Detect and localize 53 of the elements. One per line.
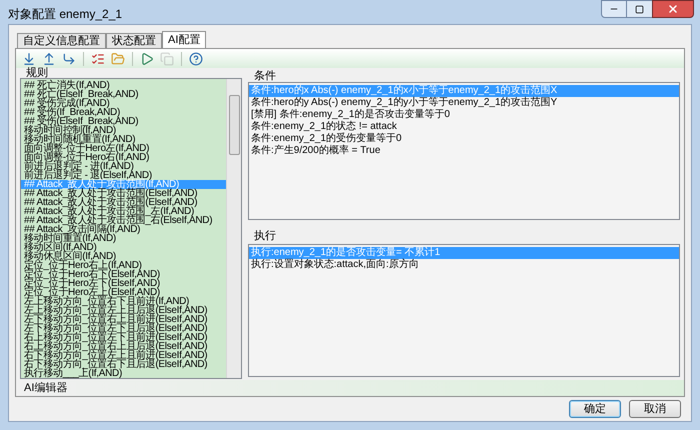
- maximize-button[interactable]: [627, 0, 652, 18]
- list-item[interactable]: 条件:enemy_2_1的受伤变量等于0: [249, 133, 679, 145]
- list-item[interactable]: 面向调整-位于Hero左(If,AND): [21, 144, 226, 153]
- list-item[interactable]: 移动区间(If,AND): [21, 243, 226, 252]
- list-item[interactable]: 移动时间重置(If,AND): [21, 234, 226, 243]
- maximize-icon: [635, 4, 644, 14]
- list-item[interactable]: 面向调整-位于Hero右(If,AND): [21, 153, 226, 162]
- list-item[interactable]: 条件:产生9/200的概率 = True: [249, 145, 679, 157]
- list-item[interactable]: [禁用] 条件:enemy_2_1的是否攻击变量等于0: [249, 109, 679, 121]
- tab[interactable]: 自定义信息配置: [17, 33, 106, 48]
- list-item[interactable]: 执行:设置对象状态:attack,面向:原方向: [249, 259, 679, 271]
- list-item[interactable]: 移动时间控制(If,AND): [21, 126, 226, 135]
- list-item[interactable]: ## 死亡(ElseIf_Break,AND): [21, 90, 226, 99]
- close-button[interactable]: [652, 0, 694, 18]
- group-label: 执行: [253, 230, 277, 244]
- list-item[interactable]: 右上移动方向_位置右上且后退(ElseIf,AND): [21, 342, 226, 351]
- list-item[interactable]: 左上移动方向_位置右下且前进(If,AND): [21, 297, 226, 306]
- group-label: 条件: [253, 69, 277, 82]
- dialog-button[interactable]: 取消: [629, 400, 681, 418]
- list-item[interactable]: 左下移动方向_位置右上且前进(ElseIf,AND): [21, 315, 226, 324]
- list-item[interactable]: 执行移动___上(If,AND): [21, 369, 226, 378]
- list-item[interactable]: 前进后退判定 - 退(ElseIf,AND): [21, 171, 226, 180]
- list-item[interactable]: 移动时间随机重置(If,AND): [21, 135, 226, 144]
- tab[interactable]: AI配置: [162, 31, 206, 48]
- tab[interactable]: 状态配置: [106, 33, 162, 48]
- help-button[interactable]: [187, 50, 205, 67]
- list-item[interactable]: ## 受伤(If_Break,AND): [21, 108, 226, 117]
- list-item[interactable]: 条件:hero的y Abs(-) enemy_2_1的y小于等于enemy_2_1的攻击范围Y: [249, 97, 679, 109]
- list-item[interactable]: ## 死亡消失(If,AND): [21, 81, 226, 90]
- list-item[interactable]: ## 受伤(ElseIf_Break,AND): [21, 117, 226, 126]
- scrollbar[interactable]: [226, 79, 241, 378]
- list-item[interactable]: ## Attack_敌人处于攻击范围(ElseIf,AND): [21, 198, 226, 207]
- list-item[interactable]: ## Attack_攻击间隔(If,AND): [21, 225, 226, 234]
- dialog-button[interactable]: 确定: [569, 400, 621, 418]
- list-item[interactable]: 右上移动方向_位置左下且前进(ElseIf,AND): [21, 333, 226, 342]
- list-item[interactable]: 左下移动方向_位置左下且后退(ElseIf,AND): [21, 324, 226, 333]
- list-item[interactable]: 定位_位于Hero左上(ElseIf,AND): [21, 288, 226, 297]
- list-item[interactable]: 右下移动方向_位置左上且前进(ElseIf,AND): [21, 351, 226, 360]
- list-item[interactable]: ## Attack_敌人处于攻击范围(ElseIf,AND): [21, 189, 226, 198]
- window-title: 对象配置 enemy_2_1: [8, 6, 122, 23]
- list-item[interactable]: 定位_位于Hero左下(ElseIf,AND): [21, 279, 226, 288]
- list-item[interactable]: 前进后退判定 - 进(If,AND): [21, 162, 226, 171]
- list-item[interactable]: 左上移动方向_位置左上且后退(ElseIf,AND): [21, 306, 226, 315]
- close-icon: [667, 3, 679, 15]
- list-item[interactable]: 条件:enemy_2_1的状态 != attack: [249, 121, 679, 133]
- list-item[interactable]: ## 受伤完成(If,AND): [21, 99, 226, 108]
- list-item[interactable]: ## Attack_敌人处于攻击范围_左(If,AND): [21, 207, 226, 216]
- list-item[interactable]: 移动休息区间(If,AND): [21, 252, 226, 261]
- list-item[interactable]: 定位_位于Hero右下(ElseIf,AND): [21, 270, 226, 279]
- group-label: 规则: [25, 68, 49, 78]
- status-text: AI编辑器: [24, 380, 68, 396]
- list-item[interactable]: ## Attack_敌人处于攻击范围_右(ElseIf,AND): [21, 216, 226, 225]
- list-item[interactable]: 定位_位于Hero右上(If,AND): [21, 261, 226, 270]
